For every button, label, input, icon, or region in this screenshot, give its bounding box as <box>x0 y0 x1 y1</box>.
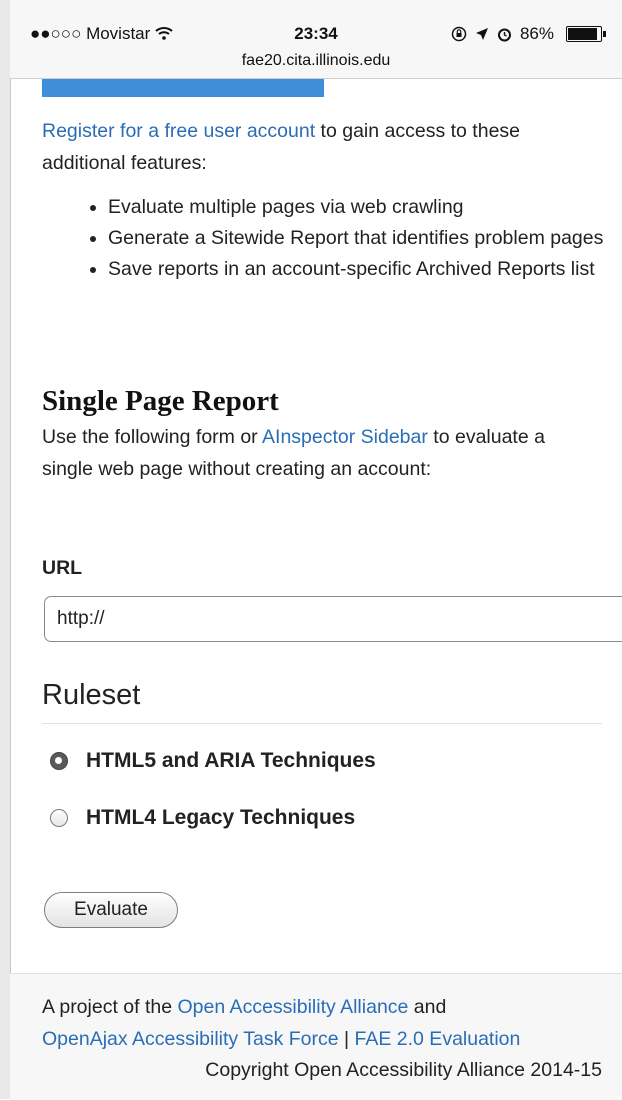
location-arrow-icon <box>475 28 488 40</box>
battery-percent: 86% <box>519 24 554 43</box>
ainspector-link[interactable]: AInspector Sidebar <box>262 426 428 448</box>
radio-unchecked-icon[interactable] <box>50 809 68 827</box>
footer-separator: | <box>338 1028 355 1050</box>
openajax-link[interactable]: OpenAjax Accessibility Task Force <box>42 1028 339 1050</box>
footer-line: A project of the Open Accessibility Alli… <box>42 996 446 1019</box>
intro-paragraph: Register for a free user account to gain… <box>42 115 602 179</box>
register-button-cutoff[interactable] <box>42 79 324 97</box>
fae-link[interactable]: FAE 2.0 Evaluation <box>355 1028 521 1050</box>
oaa-link[interactable]: Open Accessibility Alliance <box>178 996 409 1018</box>
list-item: Generate a Sitewide Report that identifi… <box>108 223 622 254</box>
radio-html5[interactable]: HTML5 and ARIA Techniques <box>50 749 376 773</box>
status-bar: ●●○○○ Movistar 23:34 86% fae20.cita.illi… <box>10 0 622 79</box>
footer-text: A project of the <box>42 996 178 1018</box>
evaluate-button[interactable]: Evaluate <box>44 892 178 928</box>
footer: A project of the Open Accessibility Alli… <box>10 973 622 1100</box>
battery-fill <box>568 28 598 40</box>
divider <box>42 723 602 724</box>
rotation-lock-icon <box>451 26 467 42</box>
url-input[interactable] <box>44 596 622 642</box>
radio-html4[interactable]: HTML4 Legacy Techniques <box>50 806 355 830</box>
page-content: Register for a free user account to gain… <box>10 79 622 1100</box>
section-description: Use the following form or AInspector Sid… <box>42 421 572 485</box>
ruleset-title: Ruleset <box>42 679 141 711</box>
radio-checked-icon[interactable] <box>50 752 68 770</box>
battery-icon <box>566 26 606 42</box>
radio-label[interactable]: HTML5 and ARIA Techniques <box>86 749 376 773</box>
alarm-icon <box>497 28 511 41</box>
url-label: URL <box>42 557 83 579</box>
radio-label[interactable]: HTML4 Legacy Techniques <box>86 806 355 830</box>
desc-text: Use the following form or <box>42 426 263 448</box>
register-link[interactable]: Register for a free user account <box>42 120 315 142</box>
footer-text-and: and <box>408 996 447 1018</box>
copyright: Copyright Open Accessibility Alliance 20… <box>205 1059 602 1081</box>
status-icons: 86% <box>451 24 606 44</box>
address-url[interactable]: fae20.cita.illinois.edu <box>10 52 622 70</box>
feature-list: Evaluate multiple pages via web crawling… <box>50 192 622 285</box>
section-heading: Single Page Report <box>42 385 279 417</box>
footer-links: OpenAjax Accessibility Task Force | FAE … <box>42 1028 520 1051</box>
list-item: Save reports in an account-specific Arch… <box>108 254 622 285</box>
list-item: Evaluate multiple pages via web crawling <box>108 192 622 223</box>
